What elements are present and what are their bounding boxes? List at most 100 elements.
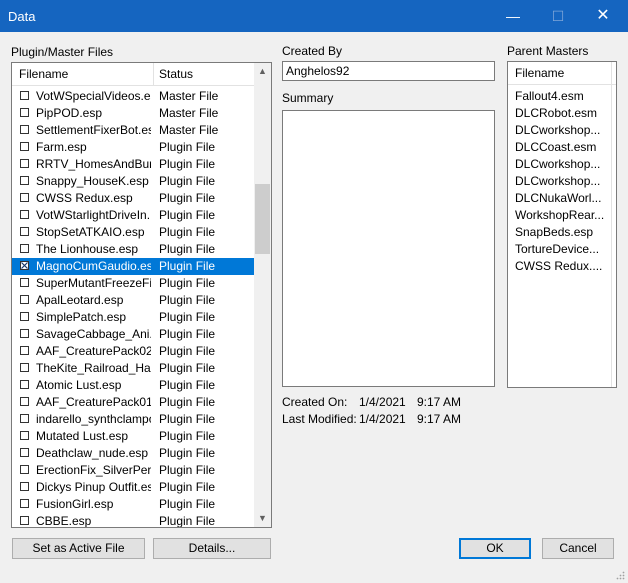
plugin-row[interactable]: Dickys Pinup Outfit.esp Plugin File	[12, 479, 254, 496]
parent-master-item[interactable]: WorkshopRear...	[515, 207, 611, 224]
plugin-row[interactable]: RRTV_HomesAndBun... Plugin File	[12, 156, 254, 173]
created-by-field[interactable]: Anghelos92	[282, 61, 495, 81]
column-divider[interactable]	[153, 63, 154, 85]
plugin-checkbox[interactable]	[20, 465, 29, 474]
parent-master-item[interactable]: DLCworkshop...	[515, 122, 611, 139]
plugin-row[interactable]: VotWSpecialVideos.esl Master File	[12, 88, 254, 105]
parent-master-item[interactable]: SnapBeds.esp	[515, 224, 611, 241]
parent-master-item[interactable]: DLCworkshop...	[515, 156, 611, 173]
parent-column-header-filename[interactable]: Filename	[515, 62, 564, 84]
plugin-checkbox[interactable]	[20, 125, 29, 134]
column-header-filename[interactable]: Filename	[19, 63, 68, 85]
plugin-row[interactable]: SavageCabbage_Ani... Plugin File	[12, 326, 254, 343]
plugin-row[interactable]: indarello_synthclampo... Plugin File	[12, 411, 254, 428]
parent-masters-list[interactable]: Filename Fallout4.esm DLCRobot.esm DLCwork…	[507, 61, 617, 388]
plugin-checkbox[interactable]	[20, 227, 29, 236]
plugin-file-list[interactable]: Filename Status VotWSpecialVideos.esl Mas…	[11, 62, 272, 528]
plugin-row[interactable]: Mutated Lust.esp Plugin File	[12, 428, 254, 445]
details-button[interactable]: Details...	[153, 538, 271, 559]
plugin-row[interactable]: FusionGirl.esp Plugin File	[12, 496, 254, 513]
plugin-row[interactable]: MagnoCumGaudio.esp Plugin File	[12, 258, 254, 275]
plugin-files-label: Plugin/Master Files	[11, 45, 114, 59]
parent-master-item[interactable]: DLCworkshop...	[515, 173, 611, 190]
plugin-row[interactable]: VotWStarlightDriveIn... Plugin File	[12, 207, 254, 224]
parent-master-item[interactable]: TortureDevice...	[515, 241, 611, 258]
plugin-status: Plugin File	[159, 344, 216, 358]
ok-button[interactable]: OK	[459, 538, 531, 559]
plugin-status: Plugin File	[159, 310, 216, 324]
resize-grip-icon[interactable]	[615, 570, 625, 580]
scroll-thumb[interactable]	[255, 184, 270, 254]
plugin-row[interactable]: StopSetATKAIO.esp Plugin File	[12, 224, 254, 241]
plugin-row[interactable]: Farm.esp Plugin File	[12, 139, 254, 156]
plugin-checkbox[interactable]	[20, 295, 29, 304]
plugin-row[interactable]: SettlementFixerBot.esl Master File	[12, 122, 254, 139]
summary-textarea[interactable]	[282, 110, 495, 387]
plugin-checkbox[interactable]	[20, 142, 29, 151]
plugin-row[interactable]: PipPOD.esp Master File	[12, 105, 254, 122]
plugin-filename: Dickys Pinup Outfit.esp	[36, 480, 151, 494]
plugin-row[interactable]: SuperMutantFreezeFix... Plugin File	[12, 275, 254, 292]
parent-master-item[interactable]: DLCCoast.esm	[515, 139, 611, 156]
scroll-down-button[interactable]: ▼	[254, 510, 271, 527]
plugin-checkbox[interactable]	[20, 261, 29, 270]
parent-master-item[interactable]: DLCNukaWorl...	[515, 190, 611, 207]
plugin-row[interactable]: Snappy_HouseK.esp Plugin File	[12, 173, 254, 190]
minimize-button[interactable]: —	[490, 0, 536, 32]
plugin-row[interactable]: CWSS Redux.esp Plugin File	[12, 190, 254, 207]
scroll-up-button[interactable]: ▲	[254, 63, 271, 80]
plugin-row[interactable]: Deathclaw_nude.esp Plugin File	[12, 445, 254, 462]
plugin-checkbox[interactable]	[20, 108, 29, 117]
vertical-scrollbar[interactable]: ▲ ▼	[254, 63, 271, 527]
plugin-status: Plugin File	[159, 259, 216, 273]
plugin-checkbox[interactable]	[20, 414, 29, 423]
plugin-status: Plugin File	[159, 463, 216, 477]
plugin-checkbox[interactable]	[20, 278, 29, 287]
plugin-checkbox[interactable]	[20, 176, 29, 185]
parent-master-item[interactable]: DLCRobot.esm	[515, 105, 611, 122]
plugin-checkbox[interactable]	[20, 363, 29, 372]
plugin-row[interactable]: AAF_CreaturePack01.... Plugin File	[12, 394, 254, 411]
plugin-checkbox[interactable]	[20, 448, 29, 457]
plugin-checkbox[interactable]	[20, 193, 29, 202]
summary-label: Summary	[282, 91, 334, 105]
plugin-checkbox[interactable]	[20, 312, 29, 321]
close-button[interactable]: ✕	[580, 0, 626, 32]
plugin-status: Plugin File	[159, 208, 216, 222]
cancel-button[interactable]: Cancel	[542, 538, 614, 559]
plugin-checkbox[interactable]	[20, 431, 29, 440]
plugin-checkbox[interactable]	[20, 346, 29, 355]
last-modified-label: Last Modified:	[282, 412, 357, 426]
parent-master-item[interactable]: Fallout4.esm	[515, 88, 611, 105]
plugin-checkbox[interactable]	[20, 380, 29, 389]
plugin-checkbox[interactable]	[20, 516, 29, 525]
plugin-checkbox[interactable]	[20, 91, 29, 100]
set-active-file-button[interactable]: Set as Active File	[12, 538, 145, 559]
plugin-row[interactable]: ErectionFix_SilverPerv... Plugin File	[12, 462, 254, 479]
plugin-filename: VotWStarlightDriveIn...	[36, 208, 151, 222]
plugin-row[interactable]: TheKite_Railroad_Ha... Plugin File	[12, 360, 254, 377]
plugin-row[interactable]: The Lionhouse.esp Plugin File	[12, 241, 254, 258]
plugin-status: Plugin File	[159, 480, 216, 494]
plugin-status: Plugin File	[159, 157, 216, 171]
plugin-status: Plugin File	[159, 191, 216, 205]
plugin-row[interactable]: ApalLeotard.esp Plugin File	[12, 292, 254, 309]
plugin-row[interactable]: CBBE.esp Plugin File	[12, 513, 254, 527]
plugin-checkbox[interactable]	[20, 210, 29, 219]
plugin-checkbox[interactable]	[20, 482, 29, 491]
plugin-checkbox[interactable]	[20, 397, 29, 406]
plugin-checkbox[interactable]	[20, 499, 29, 508]
plugin-status: Plugin File	[159, 395, 216, 409]
plugin-checkbox[interactable]	[20, 244, 29, 253]
header-divider	[12, 85, 254, 86]
plugin-row[interactable]: SimplePatch.esp Plugin File	[12, 309, 254, 326]
plugin-checkbox[interactable]	[20, 159, 29, 168]
plugin-row[interactable]: Atomic Lust.esp Plugin File	[12, 377, 254, 394]
maximize-button[interactable]: ☐	[535, 0, 581, 32]
parent-master-item[interactable]: CWSS Redux....	[515, 258, 611, 275]
parent-masters-label: Parent Masters	[507, 44, 589, 58]
plugin-status: Plugin File	[159, 497, 216, 511]
column-header-status[interactable]: Status	[159, 63, 193, 85]
plugin-checkbox[interactable]	[20, 329, 29, 338]
plugin-row[interactable]: AAF_CreaturePack02... Plugin File	[12, 343, 254, 360]
